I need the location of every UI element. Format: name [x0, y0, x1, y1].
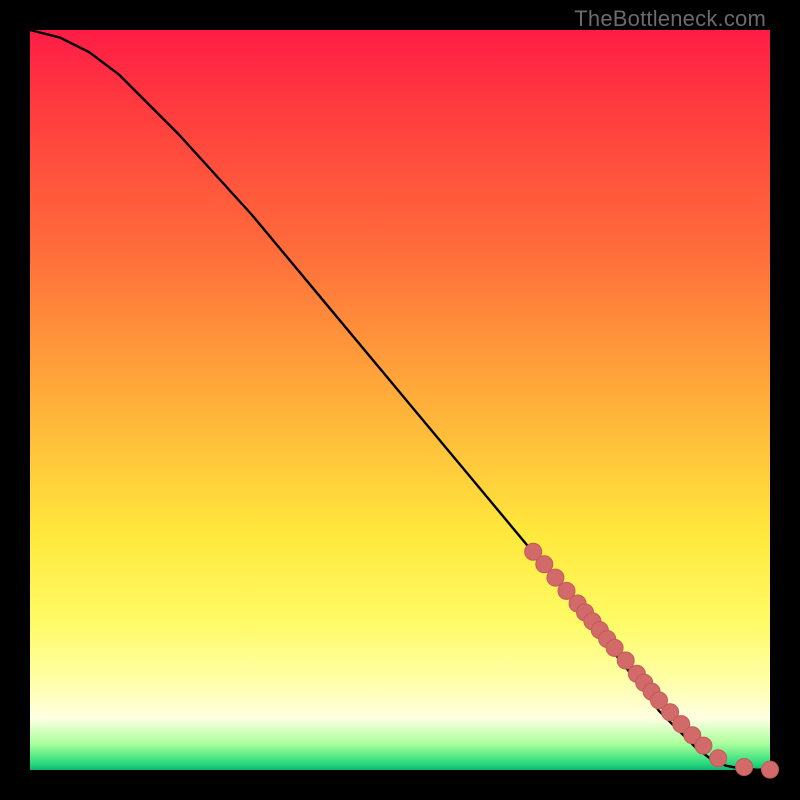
chart-svg	[30, 30, 770, 770]
data-marker	[736, 759, 753, 776]
watermark-text: TheBottleneck.com	[574, 6, 766, 32]
bottleneck-curve	[30, 30, 770, 770]
chart-frame: TheBottleneck.com	[0, 0, 800, 800]
marker-group	[525, 543, 779, 778]
data-marker	[695, 737, 712, 754]
data-marker	[762, 761, 779, 778]
plot-area	[30, 30, 770, 770]
data-marker	[710, 750, 727, 767]
